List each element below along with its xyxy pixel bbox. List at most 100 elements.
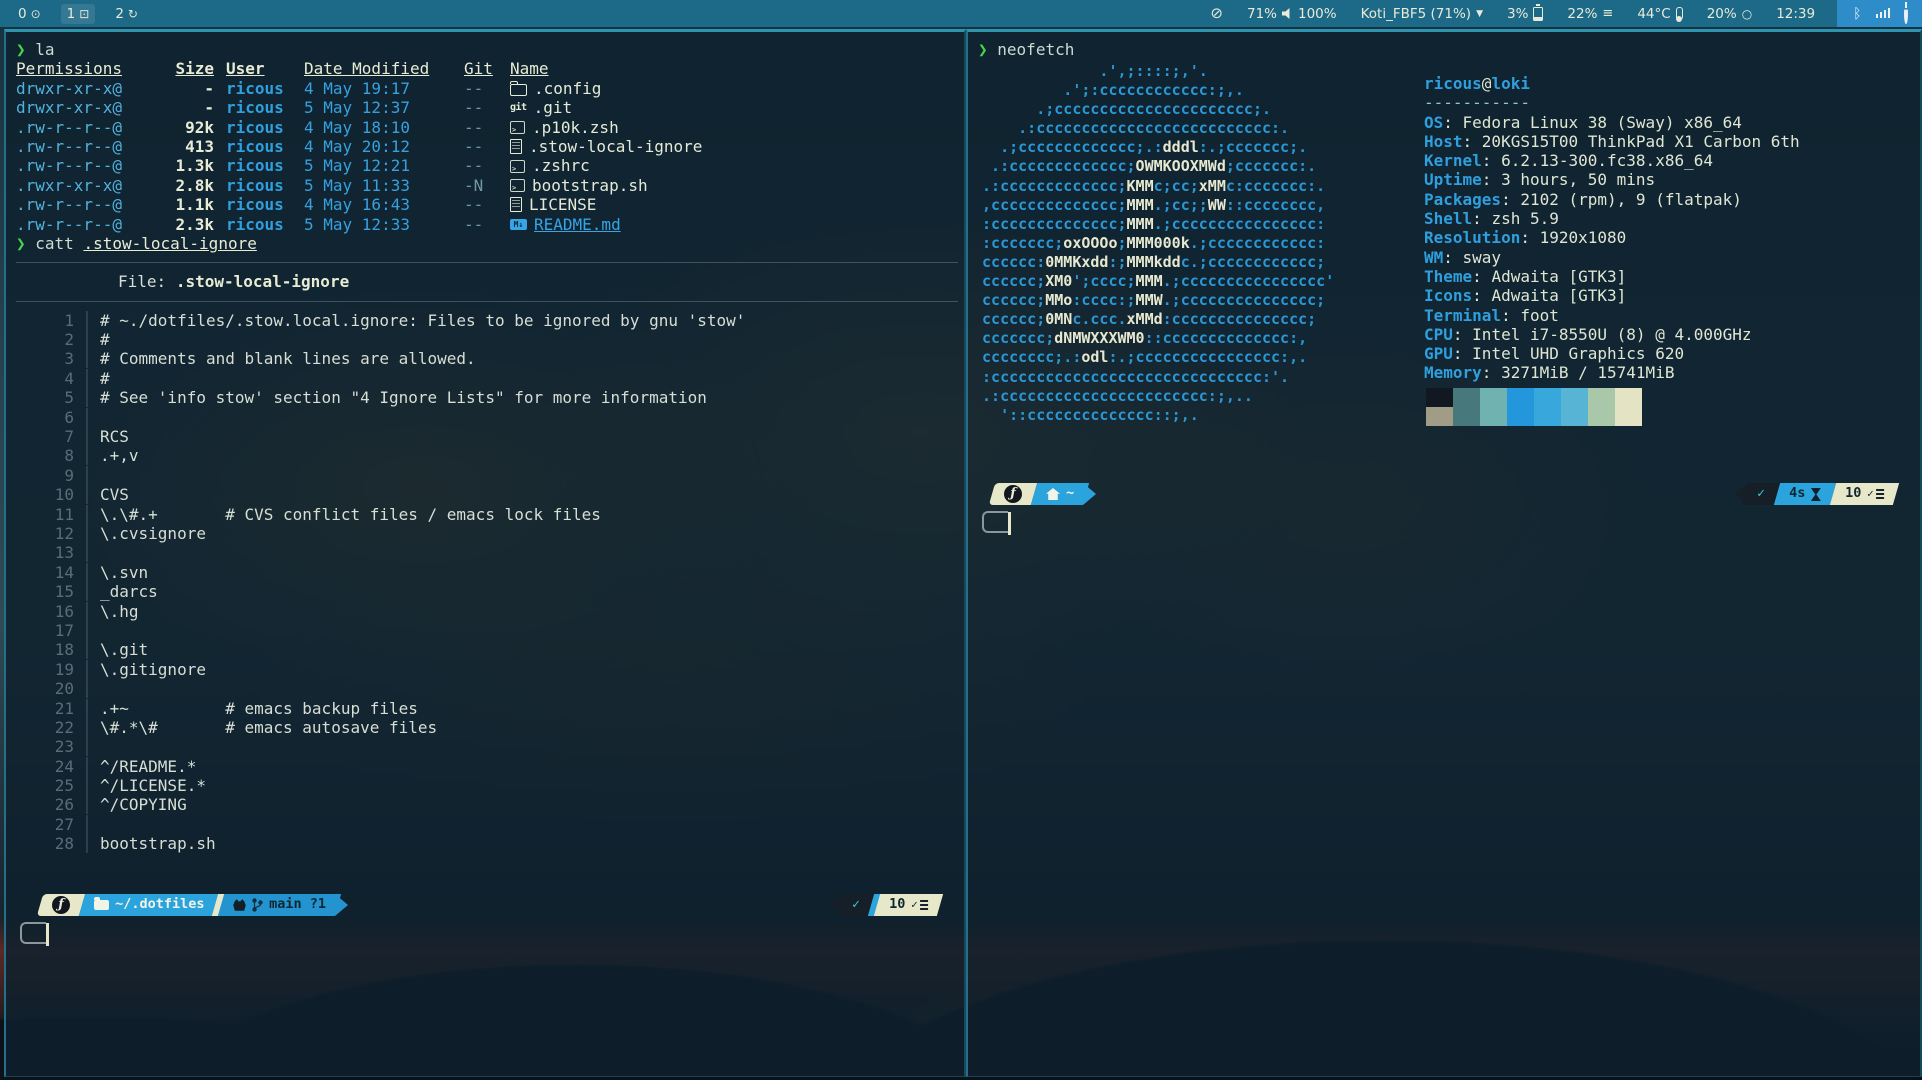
gutter-separator: │	[74, 369, 100, 388]
line-text	[100, 737, 958, 756]
tray-power-icon[interactable]	[1904, 6, 1908, 22]
info-line-icons: Icons: Adwaita [GTK3]	[1424, 286, 1800, 305]
status-module-memory[interactable]: 22%≡	[1567, 6, 1613, 22]
segment-git: main ?1	[218, 894, 341, 916]
line-text: \.\#.+ # CVS conflict files / emacs lock…	[100, 505, 958, 524]
ascii-line: :ccccccc;oxOOOo;MMM000k.;cccccccccccc:	[982, 234, 1334, 253]
info-separator: :	[1453, 344, 1472, 363]
info-label: Icons	[1424, 286, 1472, 305]
line-number: 18	[16, 640, 74, 659]
ascii-line: .;cccccccccccccccccccccc;.	[982, 100, 1334, 119]
username: ricous	[1424, 74, 1482, 93]
info-line-gpu: GPU: Intel UHD Graphics 620	[1424, 344, 1800, 363]
cell-size: 1.1k	[168, 195, 214, 214]
status-text: 44°C	[1637, 6, 1670, 22]
gutter-separator: │	[74, 524, 100, 543]
git-branch: main ?1	[269, 895, 326, 914]
palette-swatch	[1534, 407, 1561, 426]
status-module-volume[interactable]: 71%100%	[1247, 6, 1337, 22]
gutter-separator: │	[74, 834, 100, 853]
palette-swatch	[1480, 407, 1507, 426]
column-header: Git	[464, 59, 498, 78]
jobs-count: 10	[889, 895, 905, 914]
ascii-line: :cccccccccccccccccccccccccccccc:'.	[982, 368, 1334, 387]
gutter-separator: │	[74, 446, 100, 465]
cell-size: 1.3k	[168, 156, 214, 175]
line-text: \.gitignore	[100, 660, 958, 679]
cell-git: --	[464, 137, 498, 156]
line-text	[100, 679, 958, 698]
info-line-host: Host: 20KGS15T00 ThinkPad X1 Carbon 6th	[1424, 132, 1800, 151]
shell-icon	[510, 179, 525, 192]
status-module-network[interactable]: Koti_FBF5 (71%)▼	[1361, 6, 1483, 22]
line-number: 3	[16, 349, 74, 368]
ascii-line: .:ccccccccccccccccccccccc:;,..	[982, 387, 1334, 406]
line-text: ^/COPYING	[100, 795, 958, 814]
line-number: 17	[16, 621, 74, 640]
cell-name[interactable]: M↓README.md	[510, 215, 958, 234]
workspace-button-2[interactable]: 2↻	[109, 4, 144, 24]
at-sign: @	[1482, 74, 1492, 93]
line-text: ^/LICENSE.*	[100, 776, 958, 795]
tray-bluetooth-icon[interactable]: ᛒ	[1853, 6, 1861, 22]
info-line-terminal: Terminal: foot	[1424, 306, 1800, 325]
file-name: README.md	[534, 215, 621, 234]
cell-size: 413	[168, 137, 214, 156]
info-label: GPU	[1424, 344, 1453, 363]
column-header-label: User	[226, 59, 265, 78]
fedora-icon: ƒ	[52, 896, 70, 914]
status-text: 20%	[1707, 6, 1737, 22]
terminal-cursor[interactable]	[46, 923, 49, 946]
table-row: .rw-r--r--@2.3kricous5 May 12:33--M↓READ…	[16, 215, 958, 234]
terminal-window-left[interactable]: ❯ la PermissionsSizeUserDate ModifiedGit…	[4, 29, 966, 1077]
table-row: drwxr-xr-x@-ricous4 May 19:17--.config	[16, 79, 958, 98]
workspace-number: 2	[115, 6, 124, 22]
prompt-bracket	[982, 511, 1008, 533]
status-module-clock[interactable]: 12:39	[1776, 6, 1815, 22]
cell-date: 5 May 12:37	[304, 98, 452, 117]
file-line: 17│	[16, 621, 958, 640]
terminal-cursor[interactable]	[1008, 512, 1011, 535]
thermometer-icon	[1676, 7, 1683, 20]
terminal-window-right[interactable]: ❯ neofetch .',;::::;,'. .';:cccccccccccc…	[966, 29, 1922, 1077]
sway-status-bar: 0⊙ 1⊡ 2↻ ⊘ 71%100% Koti_FBF5 (71%)▼ 3% 22%≡ 44°…	[0, 0, 1922, 27]
workspace-number: 0	[18, 6, 27, 22]
line-text: #	[100, 369, 958, 388]
powerline-prompt-right: ƒ~	[992, 483, 1096, 505]
status-text: Koti_FBF5 (71%)	[1361, 6, 1471, 22]
palette-swatch	[1480, 388, 1507, 407]
column-header-label: Size	[175, 59, 214, 78]
check-icon: ✓	[1757, 484, 1765, 503]
status-module-battery[interactable]: 3%	[1507, 6, 1543, 22]
info-label: Kernel	[1424, 151, 1482, 170]
workspace-button-1[interactable]: 1⊡	[61, 4, 96, 24]
prompt-symbol: ❯	[16, 40, 26, 59]
cell-git: --	[464, 118, 498, 137]
info-separator: :	[1443, 113, 1462, 132]
line-text: \.cvsignore	[100, 524, 958, 543]
line-number: 26	[16, 795, 74, 814]
status-module-cpu[interactable]: 20%○	[1707, 6, 1753, 22]
cell-git: --	[464, 79, 498, 98]
info-label: Packages	[1424, 190, 1501, 209]
file-line: 20│	[16, 679, 958, 698]
info-value: 1920x1080	[1540, 228, 1627, 247]
cell-user: ricous	[226, 215, 292, 234]
workspace-button-0[interactable]: 0⊙	[12, 4, 47, 24]
tray-signal-icon[interactable]	[1876, 6, 1891, 22]
info-value: foot	[1520, 306, 1559, 325]
terminal-right-content: ❯ neofetch	[978, 40, 1914, 59]
file-line: 27│	[16, 815, 958, 834]
line-number: 23	[16, 737, 74, 756]
status-text: 100%	[1298, 6, 1337, 22]
file-name: .config	[534, 79, 601, 98]
file-line: 28│bootstrap.sh	[16, 834, 958, 853]
status-module-temperature[interactable]: 44°C	[1637, 6, 1682, 22]
info-label: Uptime	[1424, 170, 1482, 189]
file-line: 11│\.\#.+ # CVS conflict files / emacs l…	[16, 505, 958, 524]
status-module-idle-inhibitor[interactable]: ⊘	[1210, 6, 1223, 21]
palette-swatch	[1588, 388, 1615, 407]
file-line: 2│#	[16, 330, 958, 349]
info-value: 20KGS15T00 ThinkPad X1 Carbon 6th	[1482, 132, 1800, 151]
file-listing: drwxr-xr-x@-ricous4 May 19:17--.configdr…	[16, 79, 958, 234]
